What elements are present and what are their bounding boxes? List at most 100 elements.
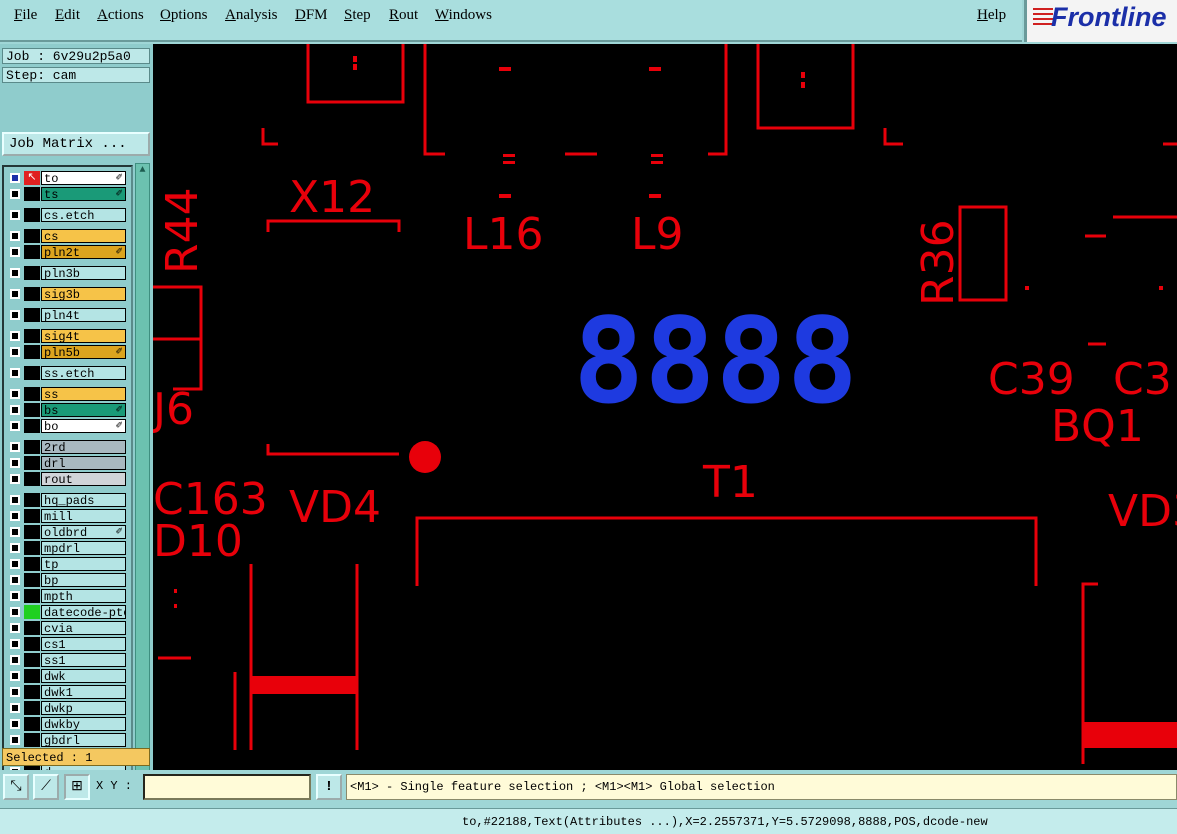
menu-actions[interactable]: Actions <box>97 7 144 24</box>
layer-display-swatch[interactable] <box>24 685 40 699</box>
layer-checkbox[interactable] <box>10 474 20 484</box>
layer-row-ss-etch[interactable]: ss.etch <box>8 366 127 380</box>
layer-name[interactable]: pln2t <box>41 245 126 259</box>
layer-row-cs-etch[interactable]: cs.etch <box>8 208 127 222</box>
layer-row-ts[interactable]: ts ✐ <box>8 187 127 201</box>
layer-display-swatch[interactable] <box>24 440 40 454</box>
layer-display-swatch[interactable] <box>24 525 40 539</box>
layer-display-swatch[interactable] <box>24 287 40 301</box>
layer-row-dwkp[interactable]: dwkp <box>8 701 127 715</box>
layer-display-swatch[interactable] <box>24 187 40 201</box>
layer-display-swatch[interactable] <box>24 573 40 587</box>
layer-checkbox[interactable] <box>10 527 20 537</box>
snap-grid-icon[interactable]: ⊞ <box>64 774 90 800</box>
layer-name[interactable]: pln5b <box>41 345 126 359</box>
layer-name[interactable]: ss.etch <box>41 366 126 380</box>
layer-name[interactable]: bo <box>41 419 126 433</box>
scroll-up-icon[interactable]: ▲ <box>137 165 148 177</box>
layer-row-ss[interactable]: ss <box>8 387 127 401</box>
layer-checkbox[interactable] <box>10 607 20 617</box>
layer-checkbox[interactable] <box>10 458 20 468</box>
layer-display-swatch[interactable] <box>24 605 40 619</box>
layer-row-datecode-pto[interactable]: datecode-pto <box>8 605 127 619</box>
layer-row-drl[interactable]: drl <box>8 456 127 470</box>
layer-row-hq-pads[interactable]: hq_pads <box>8 493 127 507</box>
layer-display-swatch[interactable] <box>24 733 40 747</box>
layer-row-bo[interactable]: bo ✐ <box>8 419 127 433</box>
menu-file[interactable]: File <box>14 7 37 24</box>
menu-step[interactable]: Step <box>344 7 371 24</box>
layer-checkbox[interactable] <box>10 173 20 183</box>
layer-display-swatch[interactable] <box>24 329 40 343</box>
layer-display-swatch[interactable] <box>24 472 40 486</box>
layer-display-swatch[interactable] <box>24 229 40 243</box>
layer-display-swatch[interactable] <box>24 208 40 222</box>
layer-name[interactable]: rout <box>41 472 126 486</box>
layer-checkbox[interactable] <box>10 543 20 553</box>
layer-name[interactable]: 2rd <box>41 440 126 454</box>
layer-checkbox[interactable] <box>10 231 20 241</box>
layer-row-cs[interactable]: cs <box>8 229 127 243</box>
layer-checkbox[interactable] <box>10 189 20 199</box>
layer-display-swatch[interactable] <box>24 541 40 555</box>
layer-row-2rd[interactable]: 2rd <box>8 440 127 454</box>
layer-row-sig3b[interactable]: sig3b <box>8 287 127 301</box>
layer-row-dwk[interactable]: dwk <box>8 669 127 683</box>
layer-name[interactable]: ss1 <box>41 653 126 667</box>
layer-display-swatch[interactable] <box>24 345 40 359</box>
layer-checkbox[interactable] <box>10 495 20 505</box>
layer-display-swatch[interactable] <box>24 266 40 280</box>
layer-row-pln2t[interactable]: pln2t ✐ <box>8 245 127 259</box>
alert-icon[interactable]: ! <box>316 774 342 800</box>
layer-display-swatch[interactable] <box>24 493 40 507</box>
layer-row-dwk1[interactable]: dwk1 <box>8 685 127 699</box>
layer-name[interactable]: bs <box>41 403 126 417</box>
layer-row-pln4t[interactable]: pln4t <box>8 308 127 322</box>
layer-name[interactable]: datecode-pto <box>41 605 126 619</box>
layer-checkbox[interactable] <box>10 639 20 649</box>
layer-display-swatch[interactable] <box>24 456 40 470</box>
layer-checkbox[interactable] <box>10 210 20 220</box>
layer-name[interactable]: cs.etch <box>41 208 126 222</box>
layer-row-cvia[interactable]: cvia <box>8 621 127 635</box>
job-matrix-button[interactable]: Job Matrix ... <box>2 132 150 156</box>
layer-display-swatch[interactable] <box>24 308 40 322</box>
layer-display-swatch[interactable] <box>24 669 40 683</box>
layer-name[interactable]: pln4t <box>41 308 126 322</box>
layer-name[interactable]: bp <box>41 573 126 587</box>
layer-row-dwkby[interactable]: dwkby <box>8 717 127 731</box>
layer-row-sig4t[interactable]: sig4t <box>8 329 127 343</box>
layer-checkbox[interactable] <box>10 331 20 341</box>
layer-name[interactable]: oldbrd <box>41 525 126 539</box>
layer-display-swatch[interactable] <box>24 621 40 635</box>
layer-display-swatch[interactable] <box>24 387 40 401</box>
layer-checkbox[interactable] <box>10 623 20 633</box>
layer-display-swatch[interactable] <box>24 653 40 667</box>
layer-checkbox[interactable] <box>10 421 20 431</box>
xy-input[interactable] <box>143 774 311 800</box>
layer-checkbox[interactable] <box>10 575 20 585</box>
layer-name[interactable]: mpdrl <box>41 541 126 555</box>
layer-row-tp[interactable]: tp <box>8 557 127 571</box>
layer-checkbox[interactable] <box>10 368 20 378</box>
layer-checkbox[interactable] <box>10 347 20 357</box>
layer-row-bs[interactable]: bs ✐ <box>8 403 127 417</box>
layer-name[interactable]: sig3b <box>41 287 126 301</box>
layer-name[interactable]: mpth <box>41 589 126 603</box>
work-layer-arrow-icon[interactable]: ↖ <box>24 171 40 185</box>
layer-row-cs1[interactable]: cs1 <box>8 637 127 651</box>
layer-name[interactable]: tp <box>41 557 126 571</box>
graphics-canvas[interactable]: X12 L16 L9 C163 VD4 D10 J6 T1 C39 C3 BQ1… <box>153 44 1177 770</box>
layer-row-ss1[interactable]: ss1 <box>8 653 127 667</box>
layer-name[interactable]: dwk1 <box>41 685 126 699</box>
layer-display-swatch[interactable] <box>24 245 40 259</box>
layer-checkbox[interactable] <box>10 671 20 681</box>
layer-checkbox[interactable] <box>10 655 20 665</box>
layer-name[interactable]: cs1 <box>41 637 126 651</box>
layer-checkbox[interactable] <box>10 268 20 278</box>
layer-name[interactable]: sig4t <box>41 329 126 343</box>
layer-name[interactable]: dwkp <box>41 701 126 715</box>
layer-display-swatch[interactable] <box>24 403 40 417</box>
layer-row-to[interactable]: ↖ to ✐ <box>8 171 127 185</box>
layer-name[interactable]: ss <box>41 387 126 401</box>
